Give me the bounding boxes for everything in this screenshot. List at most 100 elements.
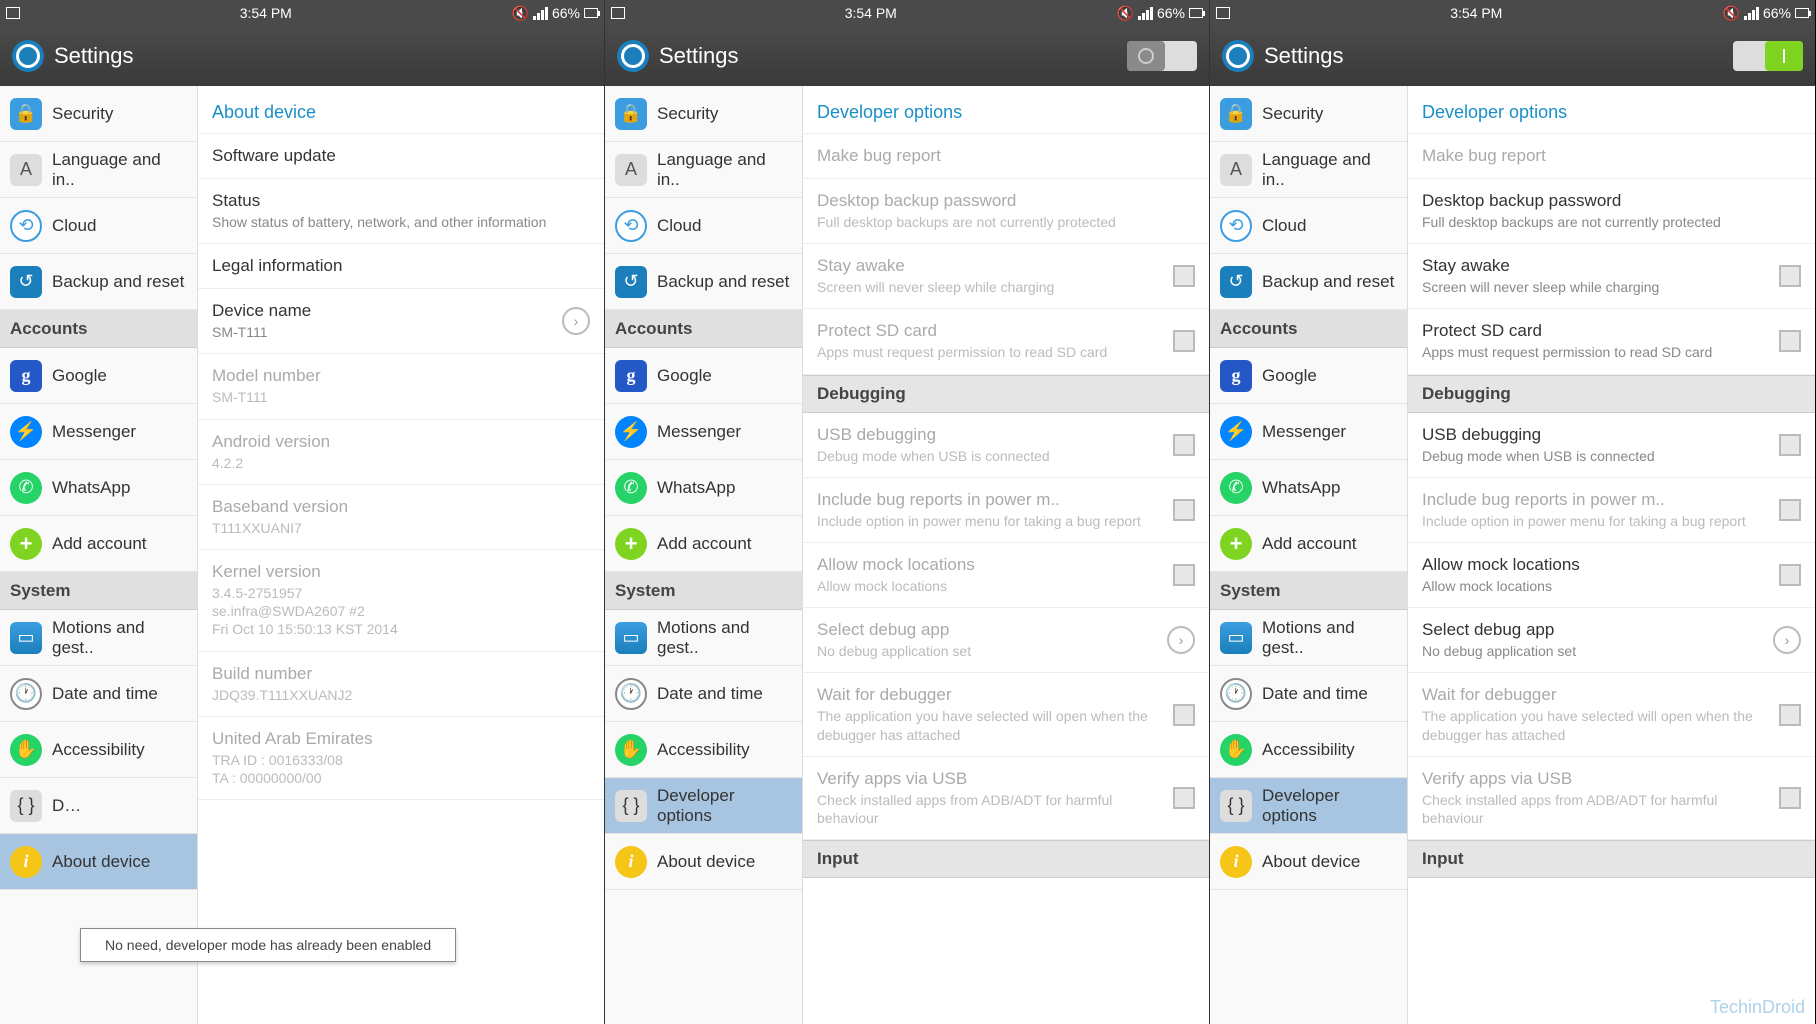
signal-icon	[1138, 7, 1153, 20]
sidebar-item-motions[interactable]: ▭Motions and gest..	[605, 610, 802, 666]
sidebar-item-datetime[interactable]: 🕐Date and time	[0, 666, 197, 722]
chevron-right-icon: ›	[562, 307, 590, 335]
clock-icon: 🕐	[1220, 678, 1252, 710]
sidebar-item-add-account[interactable]: +Add account	[0, 516, 197, 572]
sidebar-item-language[interactable]: ALanguage and in..	[1210, 142, 1407, 198]
sidebar-item-security[interactable]: 🔒Security	[605, 86, 802, 142]
sidebar-item-whatsapp[interactable]: ✆WhatsApp	[605, 460, 802, 516]
sidebar-item-dev-options[interactable]: { }Developer options	[1210, 778, 1407, 834]
sidebar-item-security[interactable]: 🔒Security	[1210, 86, 1407, 142]
sidebar-item-backup[interactable]: ↺Backup and reset	[0, 254, 197, 310]
power-bug-item[interactable]: Include bug reports in power m..Include …	[1408, 478, 1815, 543]
watermark: TechinDroid	[1710, 997, 1805, 1018]
sidebar-item-messenger[interactable]: ⚡Messenger	[605, 404, 802, 460]
sidebar-item-messenger[interactable]: ⚡Messenger	[0, 404, 197, 460]
build-item[interactable]: Build numberJDQ39.T111XXUANJ2	[198, 652, 604, 717]
sidebar-item-whatsapp[interactable]: ✆WhatsApp	[0, 460, 197, 516]
phone-screen-3: 3:54 PM 🔇66% Settings 🔒Security ALanguag…	[1210, 0, 1815, 1024]
sidebar-item-motions[interactable]: ▭Motions and gest..	[1210, 610, 1407, 666]
phone-screen-2: 3:54 PM 🔇66% Settings 🔒Security ALanguag…	[605, 0, 1210, 1024]
desktop-backup-item[interactable]: Desktop backup passwordFull desktop back…	[1408, 179, 1815, 244]
sidebar-item-language[interactable]: ALanguage and in..	[0, 142, 197, 198]
select-debug-item[interactable]: Select debug appNo debug application set…	[1408, 608, 1815, 673]
battery-icon	[1189, 8, 1203, 18]
checkbox[interactable]	[1779, 265, 1801, 287]
sidebar-item-google[interactable]: gGoogle	[605, 348, 802, 404]
protect-sd-item[interactable]: Protect SD cardApps must request permiss…	[1408, 309, 1815, 374]
device-name-item[interactable]: Device nameSM-T111›	[198, 289, 604, 354]
checkbox[interactable]	[1779, 564, 1801, 586]
checkbox	[1779, 704, 1801, 726]
status-time: 3:54 PM	[1450, 5, 1502, 21]
power-bug-item: Include bug reports in power m..Include …	[803, 478, 1209, 543]
mock-locations-item[interactable]: Allow mock locationsAllow mock locations	[1408, 543, 1815, 608]
settings-gear-icon	[617, 40, 649, 72]
sidebar-item-messenger[interactable]: ⚡Messenger	[1210, 404, 1407, 460]
sidebar-item-dev-options[interactable]: { }D…	[0, 778, 197, 834]
dev-options-toggle-on[interactable]	[1733, 41, 1803, 71]
sidebar-item-about[interactable]: iAbout device	[1210, 834, 1407, 890]
motion-icon: ▭	[615, 622, 647, 654]
phone-screen-1: 3:54 PM 🔇 66% Settings 🔒Security ALangua…	[0, 0, 605, 1024]
battery-percent: 66%	[1157, 5, 1185, 21]
sidebar-header-system: System	[605, 572, 802, 610]
status-time: 3:54 PM	[845, 5, 897, 21]
status-item[interactable]: StatusShow status of battery, network, a…	[198, 179, 604, 244]
settings-sidebar: 🔒Security ALanguage and in.. ⟲Cloud ↺Bac…	[0, 86, 198, 1024]
sidebar-item-whatsapp[interactable]: ✆WhatsApp	[1210, 460, 1407, 516]
dev-icon: { }	[10, 790, 42, 822]
header-title: Settings	[1264, 43, 1344, 69]
checkbox[interactable]	[1779, 434, 1801, 456]
signal-icon	[1744, 7, 1759, 20]
sidebar-item-accessibility[interactable]: ✋Accessibility	[0, 722, 197, 778]
usb-debugging-item[interactable]: USB debuggingDebug mode when USB is conn…	[1408, 413, 1815, 478]
sidebar-item-backup[interactable]: ↺Backup and reset	[1210, 254, 1407, 310]
add-icon: +	[1220, 528, 1252, 560]
sidebar-item-dev-options[interactable]: { }Developer options	[605, 778, 802, 834]
sidebar-item-google[interactable]: gGoogle	[0, 348, 197, 404]
settings-header: Settings	[605, 26, 1209, 86]
sidebar-item-accessibility[interactable]: ✋Accessibility	[605, 722, 802, 778]
sidebar-item-add-account[interactable]: +Add account	[1210, 516, 1407, 572]
sidebar-item-motions[interactable]: ▭Motions and gest..	[0, 610, 197, 666]
settings-header: Settings	[0, 26, 604, 86]
cloud-icon: ⟲	[10, 210, 42, 242]
sidebar-item-backup[interactable]: ↺Backup and reset	[605, 254, 802, 310]
mute-icon: 🔇	[1723, 5, 1740, 22]
lock-icon: 🔒	[1220, 98, 1252, 130]
checkbox[interactable]	[1779, 787, 1801, 809]
status-time: 3:54 PM	[240, 5, 292, 21]
accessibility-icon: ✋	[10, 734, 42, 766]
google-icon: g	[1220, 360, 1252, 392]
checkbox	[1173, 434, 1195, 456]
sidebar-item-about[interactable]: iAbout device	[0, 834, 197, 890]
checkbox[interactable]	[1779, 499, 1801, 521]
dev-options-toggle-off[interactable]	[1127, 41, 1197, 71]
verify-usb-item[interactable]: Verify apps via USBCheck installed apps …	[1408, 757, 1815, 840]
language-icon: A	[1220, 154, 1252, 186]
accessibility-icon: ✋	[1220, 734, 1252, 766]
android-version-item[interactable]: Android version4.2.2	[198, 420, 604, 485]
sidebar-item-datetime[interactable]: 🕐Date and time	[1210, 666, 1407, 722]
recent-apps-icon	[611, 7, 625, 19]
sidebar-item-language[interactable]: ALanguage and in..	[605, 142, 802, 198]
dev-icon: { }	[615, 790, 647, 822]
sidebar-header-system: System	[1210, 572, 1407, 610]
sidebar-item-security[interactable]: 🔒Security	[0, 86, 197, 142]
sidebar-item-datetime[interactable]: 🕐Date and time	[605, 666, 802, 722]
select-debug-item: Select debug appNo debug application set…	[803, 608, 1209, 673]
stay-awake-item[interactable]: Stay awakeScreen will never sleep while …	[1408, 244, 1815, 309]
sidebar-item-cloud[interactable]: ⟲Cloud	[1210, 198, 1407, 254]
sidebar-item-google[interactable]: gGoogle	[1210, 348, 1407, 404]
bug-report-item[interactable]: Make bug report	[1408, 134, 1815, 179]
sidebar-item-about[interactable]: iAbout device	[605, 834, 802, 890]
legal-item[interactable]: Legal information	[198, 244, 604, 289]
settings-gear-icon	[1222, 40, 1254, 72]
sidebar-item-cloud[interactable]: ⟲Cloud	[605, 198, 802, 254]
sidebar-item-cloud[interactable]: ⟲Cloud	[0, 198, 197, 254]
sidebar-item-accessibility[interactable]: ✋Accessibility	[1210, 722, 1407, 778]
checkbox[interactable]	[1779, 330, 1801, 352]
protect-sd-item: Protect SD cardApps must request permiss…	[803, 309, 1209, 374]
software-update-item[interactable]: Software update	[198, 134, 604, 179]
sidebar-item-add-account[interactable]: +Add account	[605, 516, 802, 572]
